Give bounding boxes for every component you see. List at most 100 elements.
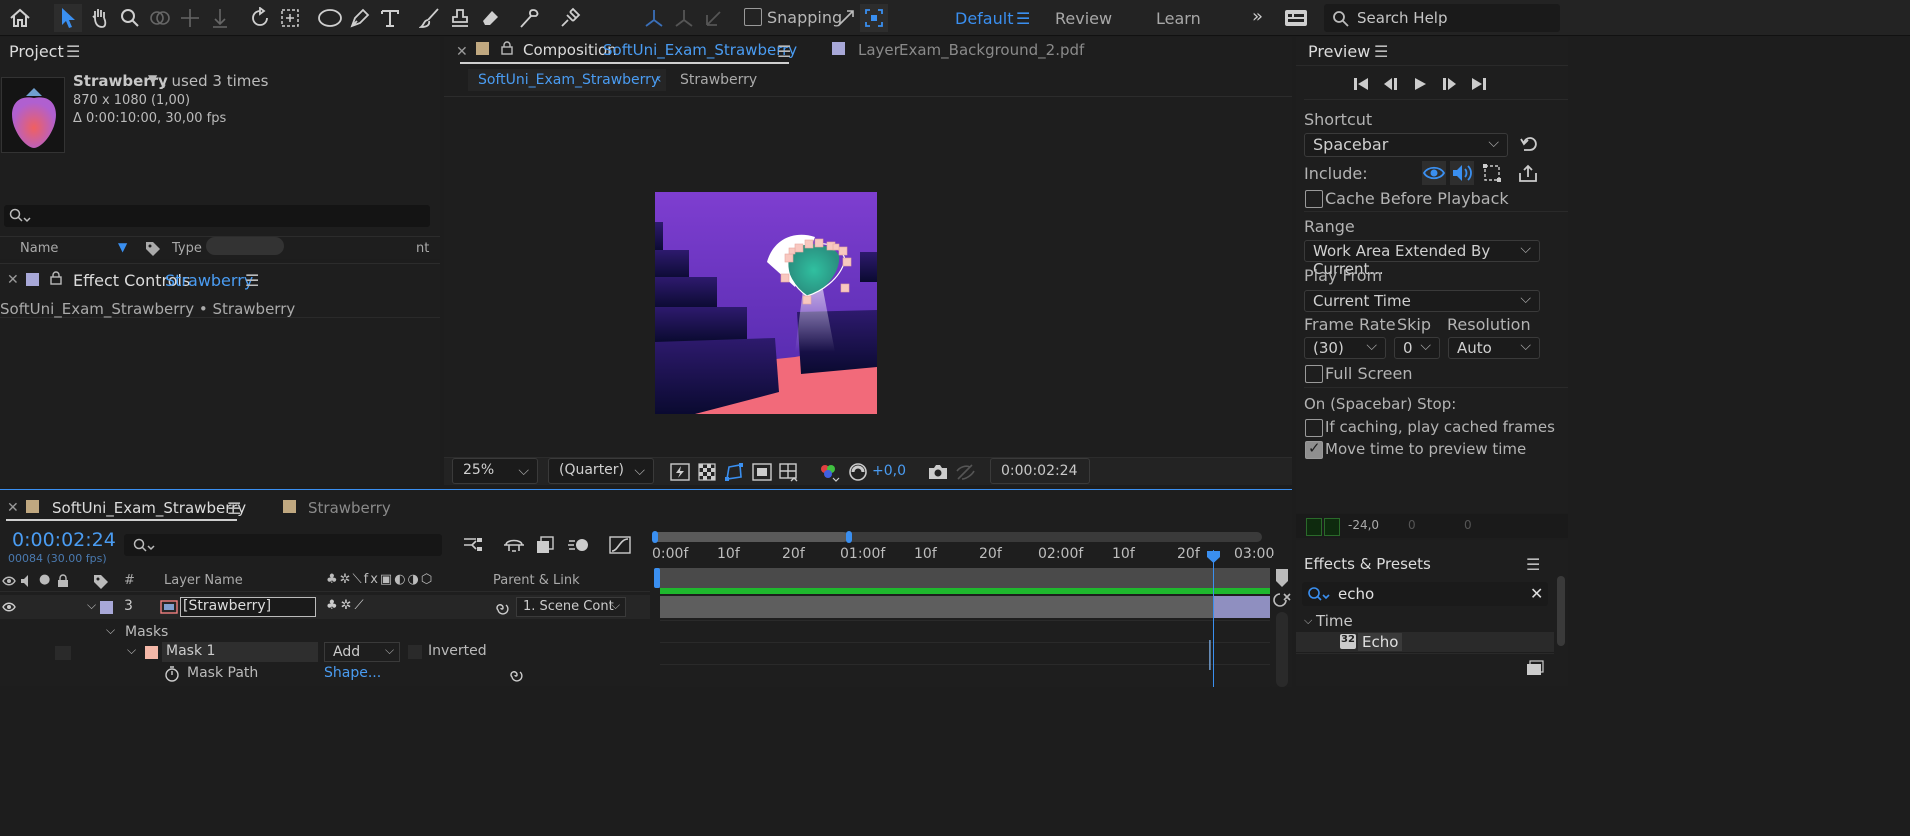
rotation-tool-icon[interactable] [246,4,274,32]
layer-name-field[interactable]: [Strawberry] [180,597,316,617]
shortcut-select[interactable]: Spacebar ⌵ [1304,133,1508,157]
workspace-default[interactable]: Default [955,9,1013,28]
solo-switch-icon[interactable]: ● [39,572,50,587]
time-navigator-range[interactable] [652,532,848,542]
current-time-field[interactable]: 0:00:02:24 [990,458,1090,484]
clone-stamp-tool-icon[interactable] [446,4,474,32]
hand-tool-icon[interactable] [86,4,114,32]
pick-whip-icon[interactable] [494,600,510,616]
play-icon[interactable] [1412,76,1428,92]
breadcrumb-layer[interactable]: Strawberry [680,72,757,88]
snap-edges-icon[interactable] [832,4,860,32]
last-frame-icon[interactable] [1470,76,1488,92]
audio-switch-icon[interactable] [19,574,33,588]
snap-features-icon[interactable] [860,4,888,32]
new-preset-icon[interactable] [1526,660,1544,676]
timeline-scrollbar[interactable] [1276,612,1288,687]
home-icon[interactable] [6,4,34,32]
time-ruler[interactable]: 0:00f 10f 20f 01:00f 10f 20f 02:00f 10f … [650,544,1274,568]
parent-select[interactable]: 1. Scene Cont ⌵ [516,597,626,617]
frame-blending-icon[interactable] [534,535,558,555]
close-icon[interactable]: ✕ [7,272,19,288]
motion-blur-icon[interactable] [566,535,590,555]
workspace-review[interactable]: Review [1055,9,1112,28]
close-icon[interactable]: ✕ [7,500,19,516]
mask-path-value[interactable]: Shape... [324,665,381,681]
show-snapshot-icon[interactable] [956,463,976,481]
exposure-value[interactable]: +0,0 [872,463,906,479]
preview-resolution-select[interactable]: Auto ⌵ [1448,337,1540,359]
sort-descending-icon[interactable]: ▼ [118,240,127,254]
world-axis-icon[interactable] [670,4,698,32]
work-area-bar[interactable] [656,568,1270,588]
first-frame-icon[interactable] [1352,76,1370,92]
comp-mini-flowchart-icon[interactable] [462,535,486,555]
timeline-tab-layer[interactable]: Strawberry [308,499,391,517]
effects-presets-title[interactable]: Effects & Presets [1304,555,1431,573]
puppet-pin-tool-icon[interactable] [556,4,584,32]
brush-tool-icon[interactable] [416,4,444,32]
label-tag-icon[interactable] [93,574,109,590]
effect-controls-layer[interactable]: Strawberry [165,271,253,290]
ellipse-tool-icon[interactable] [316,4,344,32]
lock-icon[interactable] [49,271,63,285]
frame-rate-select[interactable]: (30) ⌵ [1304,337,1386,359]
play-cached-checkbox[interactable] [1305,419,1323,437]
workspace-learn[interactable]: Learn [1156,9,1201,28]
workspace-panel-icon[interactable] [1282,4,1310,32]
breadcrumb-comp[interactable]: SoftUni_Exam_Strawberry [478,72,659,88]
lock-icon[interactable] [56,574,70,588]
comp-marker-bin-icon[interactable] [1274,568,1290,588]
local-axis-icon[interactable] [640,4,668,32]
video-switch-icon[interactable] [2,575,16,587]
comp-button-icon[interactable] [1272,592,1292,608]
pen-tool-icon[interactable] [346,4,374,32]
type-tool-icon[interactable] [376,4,404,32]
current-time-indicator[interactable] [1213,550,1214,687]
mask-visibility-icon[interactable] [724,462,744,482]
mask-1-row[interactable]: ⌵ Mask 1 Add ⌵ Inverted [0,642,650,664]
eraser-tool-icon[interactable] [476,4,504,32]
graph-editor-icon[interactable] [608,535,632,555]
zoom-select[interactable]: 25% ⌵ [452,458,538,484]
work-area-start-handle[interactable] [654,568,660,588]
effects-scrollbar[interactable] [1554,540,1568,686]
preview-title[interactable]: Preview [1308,42,1370,61]
timeline-menu-icon[interactable]: ☰ [227,499,241,518]
project-col-name[interactable]: Name [20,241,58,256]
timeline-tab-comp[interactable]: SoftUni_Exam_Strawberry [52,499,246,517]
search-help-field[interactable]: Search Help [1324,4,1560,32]
layer-duration-bar[interactable] [660,596,1270,618]
col-parent-link[interactable]: Parent & Link [493,573,580,588]
mask-color-swatch[interactable] [145,646,158,659]
effect-result-echo[interactable]: 32 Echo [1296,632,1554,652]
masks-label[interactable]: Masks [125,624,168,640]
effects-category-time[interactable]: Time [1316,612,1353,630]
channel-rgb-icon[interactable] [818,462,840,482]
workspace-overflow-icon[interactable]: » [1252,6,1263,27]
snapping-checkbox[interactable] [744,8,762,26]
col-layer-name[interactable]: Layer Name [164,573,243,588]
timeline-search-input[interactable] [124,534,442,556]
mask-expand-icon[interactable]: ⌵ [127,643,136,658]
dolly-camera-icon[interactable] [206,4,234,32]
transparency-grid-icon[interactable] [698,463,716,481]
pan-camera-icon[interactable] [176,4,204,32]
clear-search-icon[interactable]: ✕ [1530,584,1543,603]
timeline-graph[interactable]: 0:00f 10f 20f 01:00f 10f 20f 02:00f 10f … [650,526,1274,687]
timeline-current-time[interactable]: 0:00:02:24 [12,529,116,551]
mask-mode-select[interactable]: Add ⌵ [324,642,400,662]
workspace-menu-icon[interactable]: ☰ [1016,9,1030,28]
previous-frame-icon[interactable] [1382,76,1400,92]
skip-select[interactable]: 0 ⌵ [1394,337,1440,359]
mask-name-field[interactable]: Mask 1 [162,642,318,662]
comp-tab-name[interactable]: SoftUni_Exam_Strawberry [603,41,797,59]
effects-search-input[interactable]: echo ✕ [1302,582,1548,606]
move-time-checkbox[interactable] [1305,439,1323,459]
mask-path-row[interactable]: Mask Path Shape... [0,664,650,686]
composition-canvas[interactable] [655,192,877,414]
anchor-point-tool-icon[interactable] [276,4,304,32]
orbit-camera-icon[interactable] [146,4,174,32]
playhead-icon[interactable] [1206,550,1221,564]
project-panel-title[interactable]: Project [9,42,64,61]
